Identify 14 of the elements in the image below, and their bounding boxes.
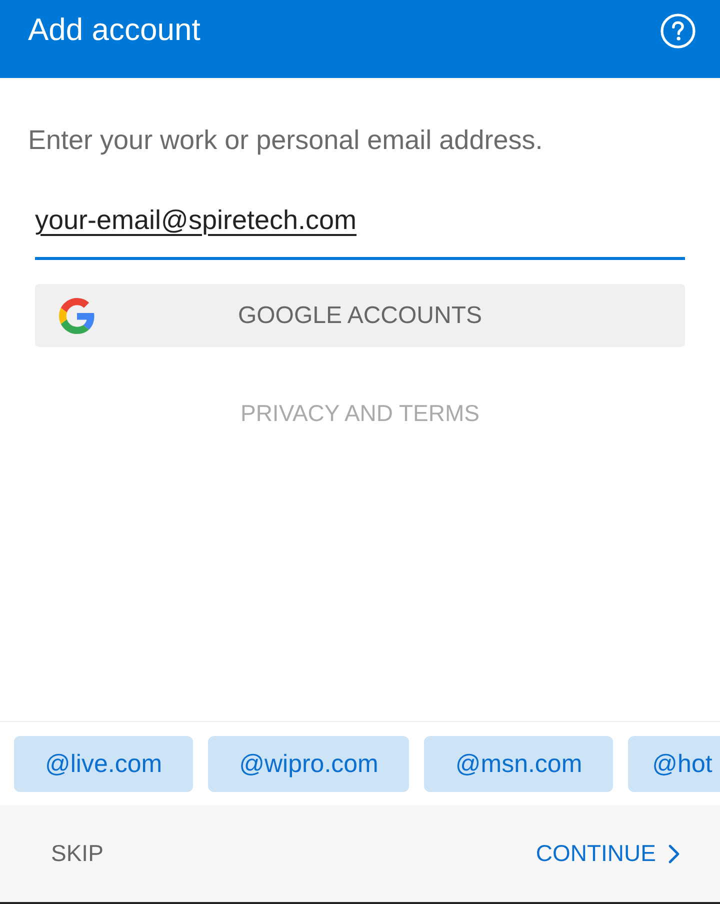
email-field[interactable]: your-email@spiretech.com: [35, 190, 685, 260]
help-icon[interactable]: [660, 13, 696, 49]
privacy-and-terms-link[interactable]: PRIVACY AND TERMS: [240, 399, 480, 427]
google-logo-icon: [59, 298, 95, 334]
chevron-right-icon: [668, 844, 680, 864]
google-accounts-button[interactable]: GOOGLE ACCOUNTS: [35, 284, 685, 347]
continue-button[interactable]: CONTINUE: [536, 840, 680, 867]
skip-button[interactable]: SKIP: [51, 840, 104, 867]
domain-suggestion-chip[interactable]: @live.com: [14, 736, 194, 792]
domain-suggestion-chip[interactable]: @msn.com: [424, 736, 614, 792]
domain-suggestion-chip[interactable]: @wipro.com: [208, 736, 410, 792]
domain-suggestion-chip[interactable]: @hot: [628, 736, 720, 792]
instruction-text: Enter your work or personal email address.: [28, 124, 543, 157]
app-title: Add account: [28, 11, 200, 49]
